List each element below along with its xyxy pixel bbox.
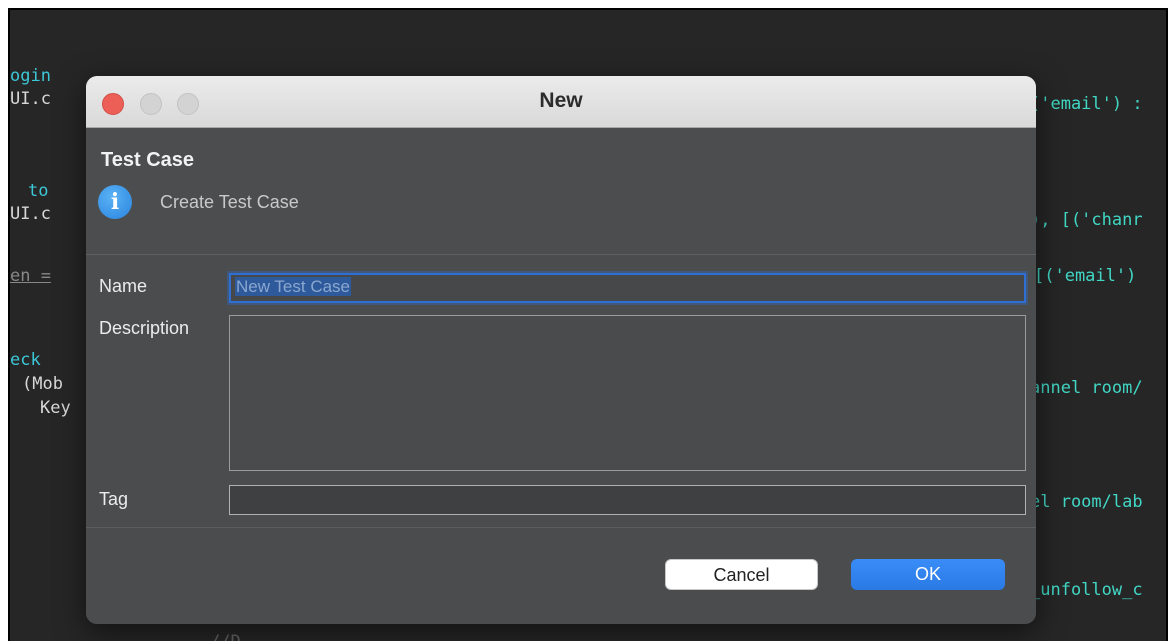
- name-input[interactable]: New Test Case: [229, 273, 1026, 303]
- code-line: Key: [40, 398, 71, 418]
- info-icon: i: [98, 185, 132, 219]
- code-line: en =: [10, 266, 51, 286]
- screenshot-frame: ogin UI.c to UI.c en = eck (Mob Key ('em…: [8, 8, 1168, 641]
- tag-label: Tag: [99, 489, 129, 509]
- description-textarea[interactable]: [229, 315, 1026, 471]
- code-line: eck: [10, 350, 41, 370]
- new-dialog: New Test Case i Create Test Case Name Ne…: [86, 76, 1036, 624]
- ok-button[interactable]: OK: [851, 559, 1005, 590]
- description-label: Description: [99, 318, 190, 338]
- code-line: //D...: [210, 632, 271, 641]
- code-line: [('email'): [1034, 266, 1137, 286]
- code-line: ), [('chanr: [1030, 210, 1143, 230]
- code-line: UI.c: [10, 89, 51, 109]
- dialog-header: Test Case i Create Test Case: [86, 129, 1036, 255]
- code-line: to: [28, 181, 49, 201]
- code-line: annel room/: [1030, 378, 1143, 398]
- test-case-form: Name New Test Case Description Tag: [86, 256, 1036, 526]
- info-text: Create Test Case: [160, 192, 299, 212]
- code-line: ogin: [10, 66, 51, 86]
- cancel-button[interactable]: Cancel: [665, 559, 818, 590]
- dialog-titlebar[interactable]: New: [86, 76, 1036, 128]
- code-line: _unfollow_c: [1030, 580, 1143, 600]
- dialog-footer: Cancel OK: [86, 527, 1036, 624]
- code-line: ('email') :: [1030, 94, 1143, 114]
- section-title: Test Case: [101, 149, 195, 171]
- code-line: el room/lab: [1030, 492, 1143, 512]
- code-line: UI.c: [10, 204, 51, 224]
- tag-input[interactable]: [229, 485, 1026, 515]
- name-input-selected-text: New Test Case: [235, 277, 352, 296]
- code-line: (Mob: [22, 374, 63, 394]
- dialog-title: New: [539, 89, 583, 112]
- name-label: Name: [99, 276, 148, 296]
